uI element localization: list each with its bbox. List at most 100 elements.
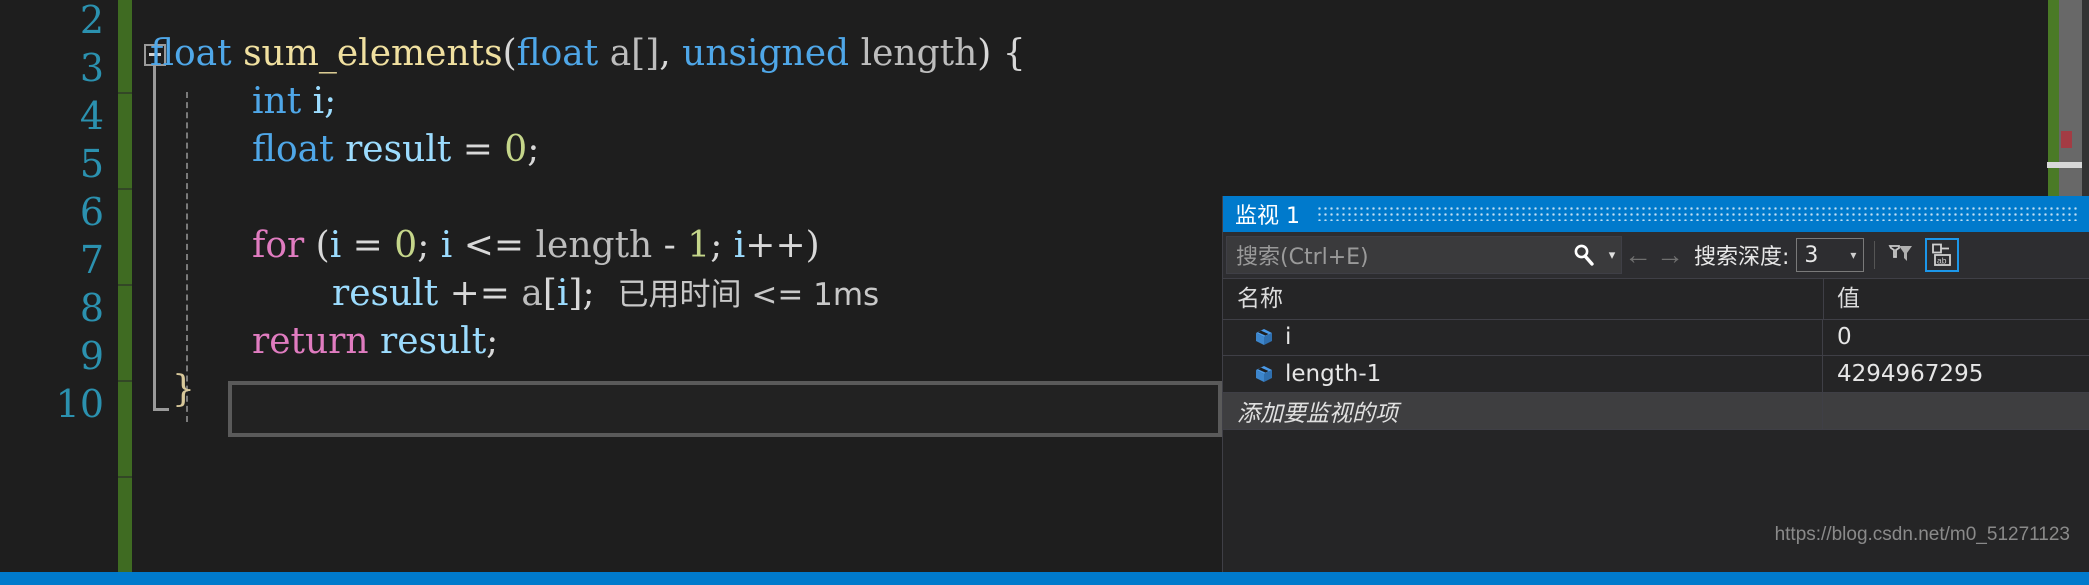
current-statement-highlight [228,381,1222,437]
watch-item-name: i [1285,324,1292,350]
watch-item-value: 4294967295 [1837,361,1984,387]
line-number: 10 [55,382,104,426]
token-param-name: a[] [609,33,660,74]
token-variable: i [440,225,453,266]
column-header-value-label: 值 [1837,286,1860,312]
token-number: 0 [504,129,528,170]
outlining-column[interactable] [144,0,178,585]
scrollbar-thumb[interactable] [2047,162,2087,168]
search-placeholder[interactable]: 搜索(Ctrl+E) [1227,239,1565,271]
token-paren: ( [502,33,517,74]
code-line-4[interactable]: int i; [252,78,336,126]
token-semicolon: ; [527,129,540,170]
token-bracket: ] [568,273,583,314]
local-variable-cube-icon [1253,363,1275,385]
token-variable: i; [312,81,337,122]
line-number: 7 [79,238,104,282]
toolbar-divider [1874,241,1876,269]
change-indicator-bar [118,0,132,585]
search-input[interactable]: 搜索(Ctrl+E) ▾ [1226,236,1622,274]
token-semicolon: ; [582,273,595,314]
token-type: int [252,81,302,122]
watch-item-name: length-1 [1285,361,1382,387]
token-number: 1 [687,225,711,266]
token-close-brace: } [172,369,195,410]
search-icon[interactable] [1565,237,1603,273]
line-number: 2 [79,0,104,42]
watch-rows-container[interactable]: i 0 length-1 4294967295 添加要监视的项 [1223,319,2089,430]
token-operator: = [341,225,395,266]
column-header-value[interactable]: 值 [1823,279,2089,319]
table-row[interactable]: i 0 [1223,319,2089,356]
line-number: 6 [79,190,104,234]
search-next-arrow-icon[interactable]: → [1654,235,1686,275]
column-header-name-label: 名称 [1237,286,1283,312]
watch-window[interactable]: 监视 1 搜索(Ctrl+E) ▾ ← → 搜索深度: 3 ▾ ab 名称 值 … [1222,196,2089,572]
titlebar-drag-handle[interactable] [1318,207,2080,221]
token-variable: result [332,273,439,314]
token-keyword-return: return [252,321,369,362]
token-param-name: length [860,33,978,74]
token-operator: += [438,273,522,314]
token-operator: - [652,225,688,266]
code-line-7[interactable]: for (i = 0; i <= length - 1; i++) [252,222,820,270]
token-semicolon: ; [710,225,734,266]
token-variable: result [345,129,452,170]
search-depth-label: 搜索深度: [1694,245,1790,270]
token-variable: result [368,321,487,362]
token-bracket: [ [542,273,557,314]
token-number: 0 [394,225,418,266]
token-identifier: a [521,273,543,314]
token-operator: <= [452,225,536,266]
line-number: 8 [79,286,104,330]
row-selection-marker [1223,393,1229,429]
add-watch-value-cell[interactable] [1823,393,2089,429]
token-type: float [150,33,232,74]
token-param-type: unsigned [682,33,850,74]
token-keyword-for: for [252,225,305,266]
line-number: 5 [79,142,104,186]
row-name-cell[interactable]: i [1223,319,1823,355]
search-depth-select[interactable]: 3 ▾ [1796,238,1865,272]
code-line-5[interactable]: float result = 0; [252,126,539,174]
token-operator: = [462,129,505,170]
svg-text:ab: ab [1937,255,1947,265]
token-close-brace: ) { [977,33,1026,74]
outlining-bracket-line [153,66,156,411]
code-line-3[interactable]: float sum_elements(float a[], unsigned l… [150,30,1026,78]
line-number: 4 [79,94,104,138]
watch-window-titlebar[interactable]: 监视 1 [1223,196,2089,232]
token-operator: ++) [745,225,820,266]
token-identifier: length [535,225,653,266]
watch-toolbar[interactable]: 搜索(Ctrl+E) ▾ ← → 搜索深度: 3 ▾ ab [1223,232,2089,279]
line-number-gutter: 2 3 4 5 6 7 8 9 10 [0,0,118,585]
line-number: 9 [79,334,104,378]
token-semicolon: ; [417,225,441,266]
chevron-down-icon[interactable]: ▾ [1843,248,1863,262]
token-comma: , [659,33,683,74]
pin-filter-icon[interactable] [1883,238,1917,272]
hex-display-toggle-icon[interactable]: ab [1925,238,1960,272]
row-value-cell[interactable]: 0 [1823,319,2089,355]
token-semicolon: ; [486,321,499,362]
token-paren: ( [315,225,330,266]
add-watch-item-row[interactable]: 添加要监视的项 [1223,393,2089,430]
column-header-name[interactable]: 名称 [1223,279,1824,319]
code-line-8[interactable]: result += a[i]; 已用时间 <= 1ms [332,270,879,319]
search-options-chevron-down-icon[interactable]: ▾ [1603,237,1621,273]
table-row[interactable]: length-1 4294967295 [1223,356,2089,393]
watch-column-headers: 名称 值 [1223,279,2089,320]
code-line-9[interactable]: return result; [252,318,498,366]
watermark-url: https://blog.csdn.net/m0_51271123 [1774,524,2070,545]
elapsed-time-annotation[interactable]: 已用时间 <= 1ms [617,277,879,313]
row-name-cell[interactable]: length-1 [1223,356,1823,392]
local-variable-cube-icon [1253,326,1275,348]
search-previous-arrow-icon[interactable]: ← [1622,235,1654,275]
code-line-10[interactable]: } [172,366,195,414]
row-value-cell[interactable]: 4294967295 [1823,356,2089,392]
add-watch-name-cell[interactable]: 添加要监视的项 [1223,393,1823,429]
scrollbar-error-marker[interactable] [2061,131,2072,148]
status-bar [0,572,2089,585]
token-type: float [252,129,334,170]
token-param-type: float [516,33,599,74]
